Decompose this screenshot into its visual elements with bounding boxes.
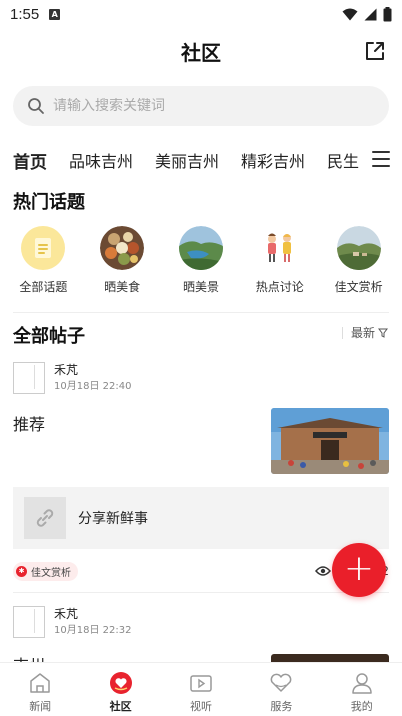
post-meta: 禾芃 10月18日 22:40 [54, 363, 131, 394]
sort-button[interactable]: 最新 [341, 324, 388, 341]
tab-list: 首页 品味吉州 美丽吉州 精彩吉州 民生 [0, 148, 360, 173]
topic-label: 晒美景 [182, 280, 219, 294]
hot-topics-title: 热门话题 [13, 188, 85, 216]
nav-label: 我的 [350, 700, 373, 713]
heart-hands-icon [271, 673, 292, 692]
tab-taste-jizhou[interactable]: 品味吉州 [69, 148, 133, 172]
nav-label: 新闻 [29, 700, 52, 713]
status-time: 1:55 [10, 5, 40, 23]
community-icon [109, 672, 132, 694]
document-icon [21, 226, 66, 270]
village-photo [336, 226, 381, 270]
topic-label: 佳文赏析 [334, 280, 383, 294]
battery-icon [383, 6, 392, 21]
hot-topics-list: 全部话题 晒美食 晒美景 热点讨论 佳文赏析 [0, 226, 402, 298]
nav-label: 服务 [270, 700, 293, 713]
nav-profile[interactable]: 我的 [332, 663, 392, 716]
create-post-button[interactable]: + [332, 543, 386, 597]
post-thumbnail[interactable] [271, 408, 389, 474]
topic-label: 热点讨论 [255, 280, 304, 294]
signal-icon [364, 8, 377, 20]
tab-wonderful-jizhou[interactable]: 精彩吉州 [241, 148, 305, 172]
category-tabs: 首页 品味吉州 美丽吉州 精彩吉州 民生 [0, 140, 402, 180]
menu-icon[interactable] [372, 151, 390, 167]
bottom-navigation: 新闻 社区 视听 服务 我的 [0, 662, 402, 716]
all-posts-title-text: 全部帖子 [13, 326, 85, 347]
post-author[interactable]: 禾芃 [54, 363, 131, 378]
share-card-text: 分享新鲜事 [78, 511, 148, 527]
share-card[interactable]: 分享新鲜事 [13, 487, 389, 549]
link-icon [24, 497, 66, 539]
post-author[interactable]: 禾芃 [54, 607, 131, 622]
post-time: 10月18日 22:40 [54, 380, 132, 392]
profile-icon [352, 673, 372, 694]
post-meta: 禾芃 10月18日 22:32 [54, 607, 131, 638]
filter-icon [378, 328, 388, 338]
nav-news[interactable]: 新闻 [10, 663, 70, 716]
post-tag[interactable]: ✱ 佳文赏析 [13, 561, 78, 581]
nav-video[interactable]: 视听 [171, 663, 231, 716]
hot-topics-title-text: 热门话题 [13, 192, 85, 213]
tab-livelihood[interactable]: 民生 [327, 148, 359, 172]
app-header: 社区 [0, 28, 402, 74]
post-header[interactable]: 禾芃 10月18日 22:32 [13, 606, 131, 638]
page-title: 社区 [181, 40, 221, 65]
section-divider [13, 312, 389, 313]
views-icon [314, 566, 331, 576]
topic-label: 全部话题 [19, 280, 68, 294]
post-tag-label: 佳文赏析 [31, 567, 71, 579]
home-icon [30, 673, 50, 693]
tag-dot-icon: ✱ [16, 565, 27, 577]
search-icon [28, 98, 44, 114]
search-bar[interactable] [13, 86, 389, 126]
post-divider [13, 592, 389, 593]
nav-services[interactable]: 服务 [251, 663, 311, 716]
topic-hot-discussion[interactable]: 热点讨论 [242, 226, 318, 298]
notification-a-icon: A [49, 8, 61, 20]
landscape-photo [178, 226, 223, 270]
nav-community[interactable]: 社区 [91, 663, 151, 716]
tab-beautiful-jizhou[interactable]: 美丽吉州 [155, 148, 219, 172]
sort-label: 最新 [350, 326, 375, 340]
status-bar: 1:55 A [0, 0, 402, 28]
post-header[interactable]: 禾芃 10月18日 22:40 [13, 362, 131, 394]
status-indicators [342, 6, 392, 22]
food-photo [100, 226, 145, 270]
sort-divider [341, 326, 343, 339]
nav-label: 社区 [109, 700, 132, 713]
topic-all[interactable]: 全部话题 [5, 226, 81, 298]
topic-food[interactable]: 晒美食 [84, 226, 160, 298]
avatar[interactable] [13, 606, 45, 638]
topic-label: 晒美食 [104, 280, 141, 294]
post-title[interactable]: 推荐 [13, 411, 45, 435]
video-icon [190, 675, 212, 692]
post-time: 10月18日 22:32 [54, 624, 132, 636]
topic-essays[interactable]: 佳文赏析 [321, 226, 397, 298]
avatar[interactable] [13, 362, 45, 394]
people-illustration [257, 226, 302, 270]
all-posts-title: 全部帖子 [13, 322, 85, 350]
topic-scenery[interactable]: 晒美景 [163, 226, 239, 298]
nav-label: 视听 [189, 700, 212, 713]
share-icon[interactable] [364, 40, 386, 62]
search-input[interactable] [53, 98, 353, 114]
plus-icon: + [343, 548, 375, 589]
tab-home[interactable]: 首页 [13, 148, 47, 173]
wifi-icon [342, 8, 358, 20]
